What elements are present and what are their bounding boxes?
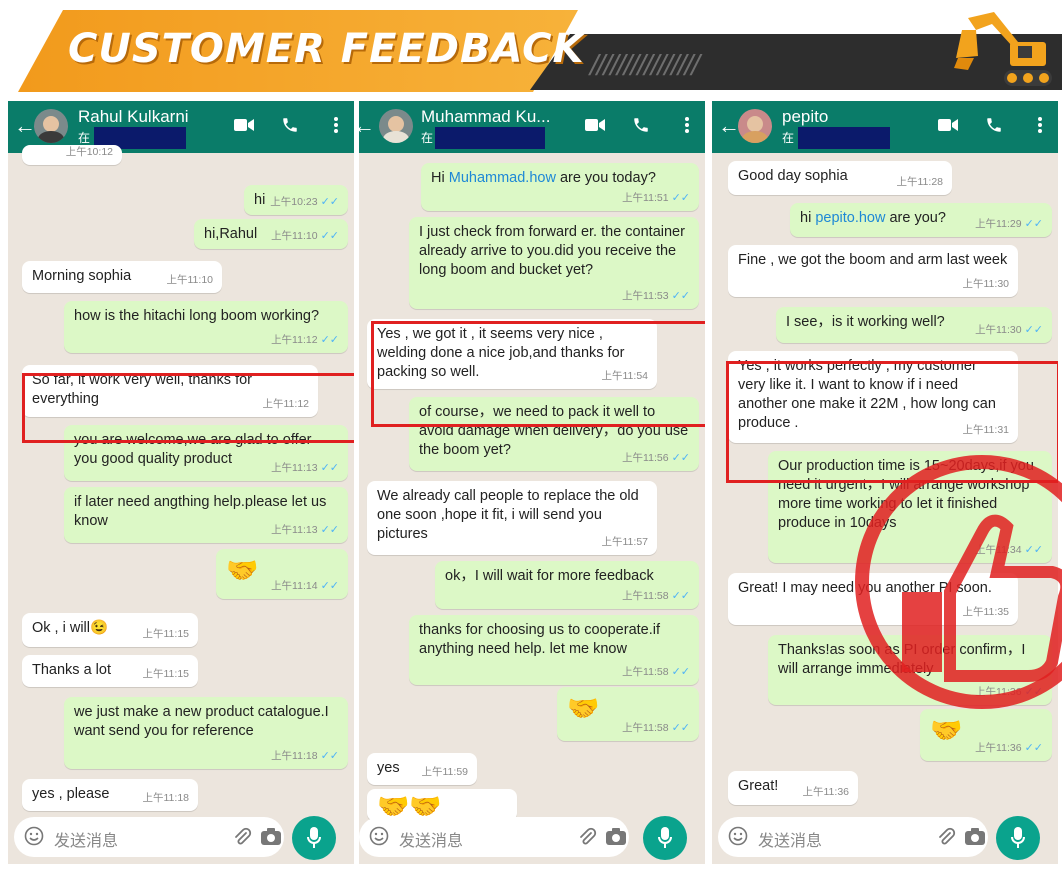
message-bubble[interactable]: 🤝 上午11:14 ✓✓ [216, 549, 348, 599]
message-bubble[interactable]: yes , please 上午11:18 [22, 779, 198, 811]
back-arrow-icon[interactable]: ← [718, 113, 740, 139]
contact-name[interactable]: Muhammad Ku... [421, 107, 550, 127]
message-bubble[interactable]: 🤝 上午11:58 ✓✓ [557, 687, 699, 741]
mic-icon [307, 827, 321, 848]
message-bubble[interactable]: Ok , i will😉 上午11:15 [22, 613, 198, 647]
message-bubble[interactable]: ok，I will wait for more feedback 上午11:58 ✓… [435, 561, 699, 609]
mic-button[interactable] [292, 816, 336, 860]
message-bubble[interactable]: 上午10:12 [22, 145, 122, 165]
message-input[interactable]: 发送消息 [14, 817, 284, 857]
banner-slashes: //////////////// [590, 50, 700, 80]
message-list[interactable]: 上午10:12 hi 上午10:23 ✓✓ hi,Rahul 上午11:10 ✓✓ Mo… [8, 145, 354, 811]
attach-icon[interactable] [577, 827, 597, 847]
message-bubble[interactable]: if later need angthing help.please let u… [64, 487, 348, 543]
more-options-icon[interactable] [677, 115, 697, 135]
message-bubble[interactable]: Good day sophia 上午11:28 [728, 161, 952, 195]
redaction-bar [435, 127, 545, 149]
camera-icon[interactable] [964, 827, 986, 847]
chat-panel-muhammad: ← Muhammad Ku... 在 Hi Muhammad.how are y… [359, 101, 705, 864]
message-bubble[interactable]: hi,Rahul 上午11:10 ✓✓ [194, 219, 348, 249]
thumbs-up-stamp-icon [855, 455, 1062, 709]
message-bubble[interactable]: Great! 上午11:36 [728, 771, 858, 805]
back-arrow-icon[interactable]: ← [14, 113, 36, 139]
message-input[interactable]: 发送消息 [718, 817, 988, 857]
input-bar: 发送消息 [8, 811, 354, 864]
message-input[interactable]: 发送消息 [359, 817, 629, 857]
message-bubble[interactable]: We already call people to replace the ol… [367, 481, 657, 555]
attach-icon[interactable] [232, 827, 252, 847]
message-bubble[interactable]: hi 上午10:23 ✓✓ [244, 185, 348, 215]
video-call-icon[interactable] [938, 115, 958, 135]
message-bubble[interactable]: Hi Muhammad.how are you today? 上午11:51 ✓✓ [421, 163, 699, 211]
emoji-icon[interactable] [369, 826, 389, 846]
message-bubble[interactable]: hi pepito.how are you? 上午11:29 ✓✓ [790, 203, 1052, 237]
message-bubble[interactable]: Thanks a lot 上午11:15 [22, 655, 198, 687]
redaction-bar [798, 127, 890, 149]
input-bar: 发送消息 [359, 811, 705, 864]
excavator-icon [954, 12, 1052, 86]
contact-status: 在 [421, 131, 434, 145]
message-bubble[interactable]: thanks for choosing us to cooperate.if a… [409, 615, 699, 685]
camera-icon[interactable] [605, 827, 627, 847]
message-bubble[interactable]: Fine , we got the boom and arm last week… [728, 245, 1018, 297]
more-options-icon[interactable] [1030, 115, 1050, 135]
video-call-icon[interactable] [234, 115, 254, 135]
input-placeholder: 发送消息 [399, 833, 464, 850]
mic-button[interactable] [996, 816, 1040, 860]
emoji-icon[interactable] [24, 826, 44, 846]
message-bubble[interactable]: how is the hitachi long boom working? 上午1… [64, 301, 348, 353]
mic-button[interactable] [643, 816, 687, 860]
avatar[interactable] [379, 109, 413, 143]
banner-title: CUSTOMER FEEDBACK [68, 26, 585, 72]
chat-header: ← Muhammad Ku... 在 [359, 101, 705, 153]
highlight-box [22, 373, 354, 443]
chat-header: ← pepito 在 [712, 101, 1058, 153]
message-bubble[interactable]: Morning sophia 上午11:10 [22, 261, 222, 293]
attach-icon[interactable] [936, 827, 956, 847]
avatar[interactable] [738, 109, 772, 143]
mic-icon [658, 827, 672, 848]
more-options-icon[interactable] [326, 115, 346, 135]
banner: CUSTOMER FEEDBACK //////////////// [0, 0, 1062, 98]
message-list[interactable]: Hi Muhammad.how are you today? 上午11:51 ✓✓ … [359, 153, 705, 821]
avatar[interactable] [34, 109, 68, 143]
message-bubble[interactable]: yes 上午11:59 [367, 753, 477, 785]
message-bubble[interactable]: I just check from forward er. the contai… [409, 217, 699, 309]
contact-name[interactable]: pepito [782, 107, 828, 127]
camera-icon[interactable] [260, 827, 282, 847]
chat-panel-rahul: ← Rahul Kulkarni 在 上午10:12 hi 上午10:23 ✓✓ h… [8, 101, 354, 864]
contact-name[interactable]: Rahul Kulkarni [78, 107, 189, 127]
input-placeholder: 发送消息 [54, 833, 119, 850]
input-bar: 发送消息 [712, 811, 1058, 864]
contact-status: 在 [782, 131, 795, 145]
voice-call-icon[interactable] [984, 115, 1004, 135]
emoji-icon[interactable] [728, 826, 748, 846]
back-arrow-icon[interactable]: ← [359, 113, 375, 139]
message-bubble[interactable]: we just make a new product catalogue.I w… [64, 697, 348, 769]
video-call-icon[interactable] [585, 115, 605, 135]
highlight-box [371, 321, 705, 427]
input-placeholder: 发送消息 [758, 833, 823, 850]
mic-icon [1011, 827, 1025, 848]
voice-call-icon[interactable] [280, 115, 300, 135]
message-bubble[interactable]: I see，is it working well? 上午11:30 ✓✓ [776, 307, 1052, 343]
voice-call-icon[interactable] [631, 115, 651, 135]
